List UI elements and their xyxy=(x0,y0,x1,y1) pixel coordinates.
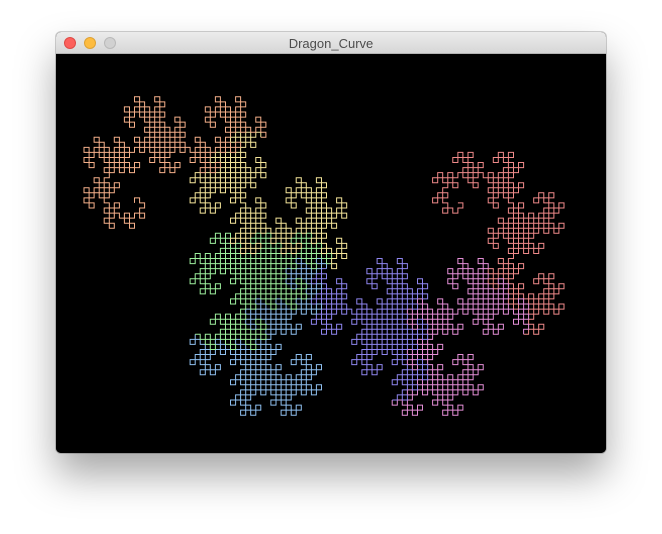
dragon-curve-segment xyxy=(189,232,333,350)
dragon-curve-drawing xyxy=(83,96,565,416)
dragon-curve-segment xyxy=(310,258,429,401)
window-title: Dragon_Curve xyxy=(288,36,374,51)
title-bar[interactable]: Dragon_Curve xyxy=(56,32,606,54)
drawing-canvas xyxy=(56,54,606,453)
app-window: Dragon_Curve xyxy=(56,32,606,453)
